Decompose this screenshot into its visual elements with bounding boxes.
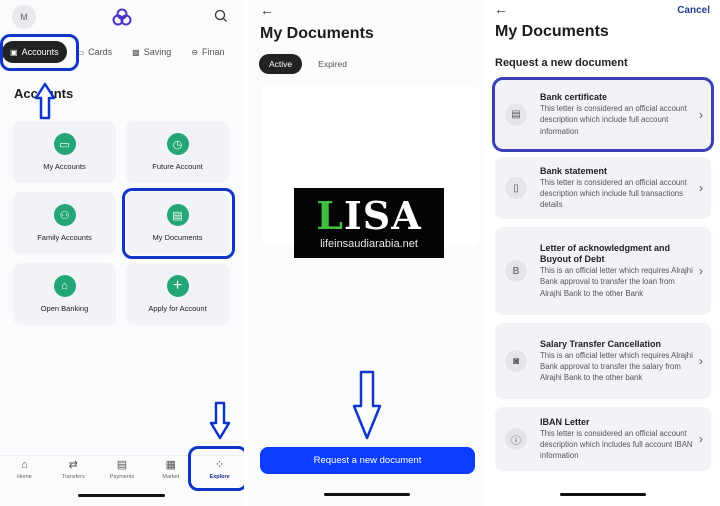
- card-icon: ▭: [76, 47, 85, 57]
- tab-active[interactable]: Active: [259, 54, 303, 74]
- nav-transfers[interactable]: ⇄ Transfers: [49, 456, 98, 487]
- chevron-right-icon: ›: [699, 264, 703, 278]
- tile-apply-for-account[interactable]: + Apply for Account: [126, 263, 229, 325]
- transfers-icon: ⇄: [68, 459, 78, 471]
- tab-accounts[interactable]: ▣ Accounts: [2, 41, 67, 63]
- explore-icon: ⁘: [214, 459, 225, 471]
- bottom-nav: ⌂ Home ⇄ Transfers ▤ Payments ▦ Market ⁘ Expl…: [0, 455, 244, 487]
- home-icon: ⌂: [21, 459, 28, 471]
- search-icon[interactable]: [214, 9, 228, 23]
- tab-saving[interactable]: ▩ Saving: [122, 41, 181, 63]
- my-documents-screen: ← My Documents Active Expired LISA lifei…: [248, 0, 484, 506]
- finance-icon: ⊖: [191, 47, 198, 57]
- iban-letter-icon: ⓘ: [505, 428, 527, 450]
- explore-screen: M ▣Accounts ▭Cards ▩Saving ⊖Finan Accoun…: [0, 0, 244, 506]
- cancel-button[interactable]: Cancel: [677, 5, 710, 16]
- future-clock-icon: ◷: [166, 133, 189, 155]
- tile-my-accounts[interactable]: ▭ My Accounts: [13, 121, 116, 183]
- section-subtitle: Request a new document: [495, 57, 628, 69]
- avatar[interactable]: M: [12, 5, 36, 29]
- tile-open-banking[interactable]: ⌂ Open Banking: [13, 263, 116, 325]
- nav-payments[interactable]: ▤ Payments: [98, 456, 147, 487]
- page-title: My Documents: [260, 25, 374, 42]
- back-arrow-icon[interactable]: ←: [260, 2, 274, 18]
- family-icon: ⚇: [53, 204, 76, 226]
- salary-cancel-icon: ◙: [505, 350, 527, 372]
- account-card-icon: ▭: [53, 133, 76, 155]
- tile-my-documents[interactable]: ▤ My Documents: [126, 192, 229, 254]
- bank-icon: ⌂: [53, 275, 76, 297]
- watermark-logo: LISA lifeinsaudiarabia.net: [294, 188, 444, 258]
- saving-icon: ▩: [132, 47, 140, 57]
- payments-icon: ▤: [116, 459, 128, 471]
- tab-expired[interactable]: Expired: [308, 54, 357, 74]
- back-arrow-icon[interactable]: ←: [494, 1, 508, 17]
- document-status-tabs: Active Expired: [259, 54, 357, 74]
- plus-icon: +: [166, 275, 189, 297]
- category-tabs: ▣ Accounts ▭ Cards ▩ Saving ⊖ Finan: [0, 40, 244, 64]
- down-arrow-annotation: [209, 401, 231, 440]
- certificate-icon: ▤: [505, 103, 527, 126]
- nav-explore[interactable]: ⁘ Explore: [195, 456, 244, 487]
- accounts-tiles: ▭ My Accounts ◷ Future Account ⚇ Family Acc…: [13, 121, 231, 325]
- alrajhi-logo-icon: [112, 8, 132, 26]
- list-item-salary-transfer-cancellation[interactable]: ◙ Salary Transfer Cancellation This is an…: [495, 323, 711, 399]
- chevron-right-icon: ›: [699, 107, 703, 122]
- home-indicator: [78, 494, 165, 497]
- tile-family-accounts[interactable]: ⚇ Family Accounts: [13, 192, 116, 254]
- chevron-right-icon: ›: [699, 181, 703, 195]
- up-arrow-annotation: [34, 82, 56, 120]
- list-item-debt-buyout-letter[interactable]: B Letter of acknowledgment and Buyout of…: [495, 227, 711, 315]
- list-item-iban-letter[interactable]: ⓘ IBAN Letter This letter is considered a…: [495, 407, 711, 471]
- request-new-document-button[interactable]: Request a new document: [260, 447, 475, 474]
- tab-cards[interactable]: ▭ Cards: [67, 41, 123, 63]
- tab-finance[interactable]: ⊖ Finan: [181, 41, 234, 63]
- nav-market[interactable]: ▦ Market: [146, 456, 195, 487]
- market-icon: ▦: [165, 459, 176, 471]
- home-indicator: [560, 493, 646, 496]
- tile-future-account[interactable]: ◷ Future Account: [126, 121, 229, 183]
- chevron-right-icon: ›: [699, 432, 703, 446]
- home-indicator: [324, 493, 410, 496]
- list-item-bank-certificate[interactable]: ▤ Bank certificate This letter is conside…: [492, 77, 714, 152]
- document-type-list: ▤ Bank certificate This letter is conside…: [492, 77, 714, 471]
- nav-home[interactable]: ⌂ Home: [0, 456, 49, 487]
- down-arrow-annotation: [352, 370, 382, 440]
- wallet-icon: ▣: [10, 47, 18, 57]
- request-document-screen: ← Cancel My Documents Request a new docu…: [486, 0, 720, 506]
- document-icon: ▤: [166, 204, 189, 226]
- debt-letter-icon: B: [505, 260, 527, 282]
- statement-icon: ▯: [505, 177, 527, 199]
- list-item-bank-statement[interactable]: ▯ Bank statement This letter is considere…: [495, 157, 711, 219]
- page-title: My Documents: [495, 23, 609, 40]
- chevron-right-icon: ›: [699, 354, 703, 368]
